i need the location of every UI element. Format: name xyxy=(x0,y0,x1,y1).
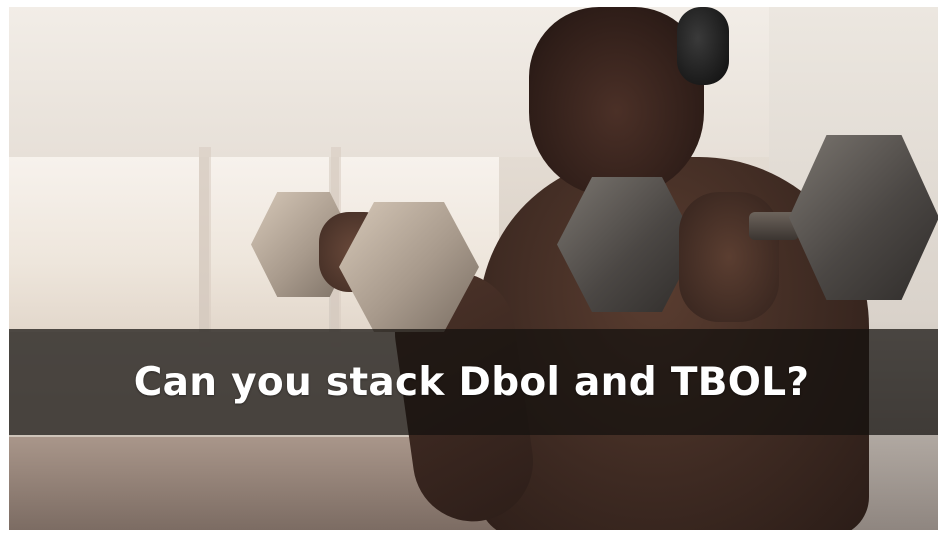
headphones-icon xyxy=(677,7,729,85)
background-pillar xyxy=(199,147,211,347)
caption-banner: Can you stack Dbol and TBOL? xyxy=(9,329,938,435)
thumbnail-image: Can you stack Dbol and TBOL? xyxy=(9,7,938,530)
caption-text: Can you stack Dbol and TBOL? xyxy=(133,359,810,405)
background-window xyxy=(9,157,199,332)
